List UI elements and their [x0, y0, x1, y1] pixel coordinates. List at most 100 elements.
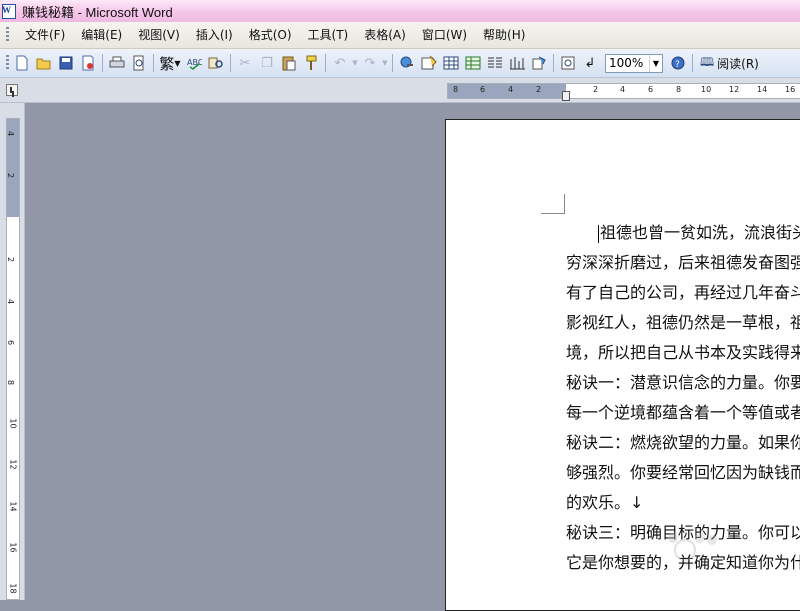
zoom-value[interactable]: 100%	[606, 56, 649, 70]
text-line-content: 穷深深折磨过，后来祖德发奋图强	[566, 253, 800, 272]
read-label: 阅读(R)	[717, 56, 759, 71]
ruler-tick-label: 10	[701, 85, 712, 94]
vertical-ruler[interactable]: 4 2 2 4 6 8 10 12 14 16 18	[6, 118, 20, 600]
ruler-tick-label: 4	[620, 85, 626, 94]
toolbar-grip-handle[interactable]	[6, 55, 9, 71]
margin-corner-mark	[541, 194, 565, 214]
columns-icon[interactable]	[484, 52, 506, 74]
text-line-content: 境，所以把自己从书本及实践得来	[566, 343, 800, 362]
toolbar-separator	[230, 54, 231, 72]
research-icon[interactable]	[205, 52, 227, 74]
ruler-tick-label: 8	[6, 379, 16, 386]
redo-dropdown-icon[interactable]: ▼	[381, 52, 389, 74]
text-line[interactable]: 影视红人，祖德仍然是一草根，祖	[566, 308, 800, 338]
hyperlink-icon[interactable]	[396, 52, 418, 74]
text-line[interactable]: 有了自己的公司，再经过几年奋斗	[566, 278, 800, 308]
cut-icon[interactable]: ✂	[234, 52, 256, 74]
toolbar-separator	[392, 54, 393, 72]
text-cursor	[598, 224, 599, 243]
ruler-tick-label: 6	[480, 85, 486, 94]
standard-toolbar: 繁 ▼ ABC ✂ ❐ ↶ ▼ ↷ ▼ ↲ 100% ▼ ? 🕮 阅读(R)	[0, 49, 800, 78]
watermark-logo	[615, 520, 795, 590]
ruler-tick-label: 4	[6, 298, 16, 305]
menu-view[interactable]: 视图(V)	[130, 22, 188, 48]
read-icon: 🕮	[700, 54, 715, 69]
ruler-tick-label: 14	[8, 501, 18, 512]
toolbar-separator	[102, 54, 103, 72]
ruler-tick-label: 2	[6, 256, 16, 263]
toolbar-separator	[325, 54, 326, 72]
ruler-tick-label: 4	[6, 130, 16, 137]
format-painter-icon[interactable]	[300, 52, 322, 74]
ruler-tick-label: 16	[785, 85, 796, 94]
text-line[interactable]: 的欢乐。↓	[566, 488, 800, 518]
text-line-content: 秘诀二：燃烧欲望的力量。如果你	[566, 433, 800, 452]
menu-table[interactable]: 表格(A)	[356, 22, 414, 48]
undo-dropdown-icon[interactable]: ▼	[351, 52, 359, 74]
word-app-icon[interactable]	[2, 3, 16, 19]
text-line-content: 影视红人，祖德仍然是一草根，祖	[566, 313, 800, 332]
menu-tools[interactable]: 工具(T)	[300, 22, 357, 48]
text-line[interactable]: 每一个逆境都蕴含着一个等值或者	[566, 398, 800, 428]
menu-edit[interactable]: 编辑(E)	[73, 22, 130, 48]
toolbar-separator	[692, 54, 693, 72]
text-line-content: 秘诀一：潜意识信念的力量。你要不	[566, 373, 800, 392]
document-map-icon[interactable]	[528, 52, 550, 74]
chevron-down-icon[interactable]: ▼	[649, 54, 662, 72]
text-line-content: 每一个逆境都蕴含着一个等值或者	[566, 403, 800, 422]
menu-help[interactable]: 帮助(H)	[475, 22, 533, 48]
insert-table-icon[interactable]	[440, 52, 462, 74]
first-line-indent-marker[interactable]	[562, 91, 570, 101]
print-icon[interactable]	[106, 52, 128, 74]
menu-insert[interactable]: 插入(I)	[188, 22, 241, 48]
text-line-content: 够强烈。你要经常回忆因为缺钱而	[566, 463, 800, 482]
window-title: 赚钱秘籍 - Microsoft Word	[22, 4, 173, 20]
horizontal-ruler[interactable]: 8 6 4 2 2 4 6 8 10 12 14 16	[447, 83, 800, 99]
text-line[interactable]: 祖德也曾一贫如洗，流浪街头	[566, 218, 800, 248]
redo-icon[interactable]: ↷	[359, 52, 381, 74]
open-icon[interactable]	[33, 52, 55, 74]
title-bar: 赚钱秘籍 - Microsoft Word	[0, 0, 800, 22]
svg-text:ABC: ABC	[187, 58, 202, 67]
ruler-tick-label: 2	[593, 85, 599, 94]
text-line[interactable]: 秘诀一：潜意识信念的力量。你要不	[566, 368, 800, 398]
read-button[interactable]: 🕮 阅读(R)	[696, 53, 763, 74]
reading-layout-icon[interactable]	[557, 52, 579, 74]
menu-grip-handle[interactable]	[6, 27, 9, 43]
text-line-content: 祖德也曾一贫如洗，流浪街头	[600, 223, 800, 242]
tab-selector[interactable]	[6, 84, 18, 96]
paste-icon[interactable]	[278, 52, 300, 74]
ruler-tick-label: 18	[8, 583, 18, 594]
permission-icon[interactable]	[77, 52, 99, 74]
traditional-chinese-icon[interactable]: 繁 ▼	[157, 52, 183, 74]
copy-icon[interactable]: ❐	[256, 52, 278, 74]
text-line[interactable]: 境，所以把自己从书本及实践得来	[566, 338, 800, 368]
text-line[interactable]: 够强烈。你要经常回忆因为缺钱而	[566, 458, 800, 488]
zoom-dropdown[interactable]: 100% ▼	[605, 53, 663, 73]
tables-borders-icon[interactable]	[418, 52, 440, 74]
drawing-icon[interactable]	[506, 52, 528, 74]
traditional-chinese-label: 繁	[159, 54, 175, 73]
menu-bar: 文件(F) 编辑(E) 视图(V) 插入(I) 格式(O) 工具(T) 表格(A…	[0, 22, 800, 49]
ruler-tick-label: 2	[6, 172, 16, 179]
undo-icon[interactable]: ↶	[329, 52, 351, 74]
spelling-icon[interactable]: ABC	[183, 52, 205, 74]
horizontal-ruler-bar: 8 6 4 2 2 4 6 8 10 12 14 16	[0, 78, 800, 103]
show-hide-icon[interactable]: ↲	[579, 52, 601, 74]
save-icon[interactable]	[55, 52, 77, 74]
text-line[interactable]: 穷深深折磨过，后来祖德发奋图强	[566, 248, 800, 278]
menu-format[interactable]: 格式(O)	[241, 22, 300, 48]
print-preview-icon[interactable]	[128, 52, 150, 74]
insert-excel-icon[interactable]	[462, 52, 484, 74]
new-icon[interactable]	[11, 52, 33, 74]
menu-window[interactable]: 窗口(W)	[414, 22, 475, 48]
help-icon[interactable]: ?	[667, 52, 689, 74]
ruler-tick-label: 12	[729, 85, 740, 94]
menu-file[interactable]: 文件(F)	[17, 22, 73, 48]
ruler-tick-label: 4	[508, 85, 514, 94]
text-line-content: 有了自己的公司，再经过几年奋斗	[566, 283, 800, 302]
toolbar-separator	[553, 54, 554, 72]
text-line[interactable]: 秘诀二：燃烧欲望的力量。如果你	[566, 428, 800, 458]
ruler-tick-label: 8	[676, 85, 682, 94]
ruler-tick-label: 14	[757, 85, 768, 94]
